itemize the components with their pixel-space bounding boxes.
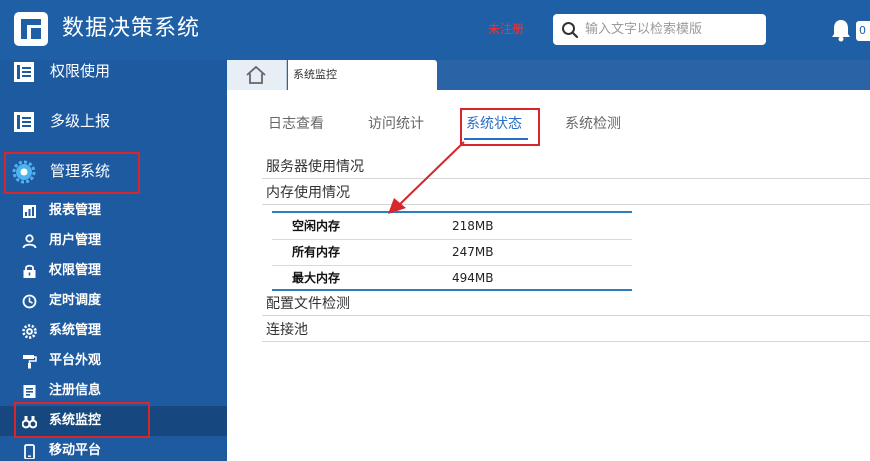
unregistered-label[interactable]: 未注册	[488, 21, 524, 37]
page-tab-system-monitor[interactable]: 系统监控	[288, 60, 437, 90]
gear-icon	[22, 324, 37, 339]
sidebar-subitem-permission-management[interactable]: 权限管理	[0, 256, 227, 286]
mobile-icon	[24, 444, 35, 459]
section-memory-usage[interactable]: 内存使用情况	[266, 184, 350, 202]
sidebar-subitem-report-management[interactable]: 报表管理	[0, 196, 227, 226]
clock-icon	[22, 294, 37, 309]
sidebar-subitem-system-management[interactable]: 系统管理	[0, 316, 227, 346]
section-config-check[interactable]: 配置文件检测	[266, 295, 350, 313]
sidebar-subitem-user-management[interactable]: 用户管理	[0, 226, 227, 256]
memory-key: 最大内存	[292, 271, 341, 285]
annotation-arrow	[388, 141, 465, 214]
sidebar-subitem-label: 权限管理	[49, 263, 102, 278]
section-divider	[262, 341, 870, 342]
table-row: 最大内存 494MB	[272, 265, 632, 291]
document-icon	[14, 112, 34, 132]
memory-key: 空闲内存	[292, 219, 341, 233]
sidebar-subitem-label: 注册信息	[49, 383, 102, 398]
tab-system-check[interactable]: 系统检测	[565, 114, 621, 134]
section-server-usage[interactable]: 服务器使用情况	[266, 158, 364, 176]
report-icon	[23, 205, 36, 218]
search-box[interactable]	[553, 14, 766, 45]
memory-value: 218MB	[452, 219, 494, 233]
lock-icon	[23, 264, 36, 278]
sidebar-subitem-label: 定时调度	[49, 293, 102, 308]
user-icon	[22, 234, 37, 249]
app-title: 数据决策系统	[62, 16, 201, 41]
sidebar-item-multilevel-report[interactable]: 多级上报	[0, 102, 227, 142]
tab-log-view[interactable]: 日志查看	[268, 114, 324, 134]
document-icon	[14, 62, 34, 82]
home-icon	[246, 65, 266, 84]
sidebar-item-label: 多级上报	[50, 112, 111, 130]
tab-access-stats[interactable]: 访问统计	[368, 114, 424, 134]
annotation-box-management	[4, 152, 140, 194]
annotation-box-system-status	[460, 108, 540, 146]
section-divider	[262, 204, 870, 205]
user-badge[interactable]: 0	[856, 21, 870, 41]
app-logo-icon[interactable]	[14, 12, 48, 46]
section-divider	[262, 178, 870, 179]
sidebar-subitem-label: 用户管理	[49, 233, 102, 248]
table-row: 所有内存 247MB	[272, 239, 632, 265]
sidebar-subitem-platform-appearance[interactable]: 平台外观	[0, 346, 227, 376]
home-tab[interactable]	[227, 60, 287, 90]
sidebar-subitem-schedule[interactable]: 定时调度	[0, 286, 227, 316]
sidebar-item-permission-usage[interactable]: 权限使用	[0, 60, 227, 92]
sidebar-subitem-label: 平台外观	[49, 353, 102, 368]
annotation-box-system-monitor	[14, 402, 150, 438]
section-connection-pool[interactable]: 连接池	[266, 321, 308, 339]
memory-table: 空闲内存 218MB 所有内存 247MB 最大内存 494MB	[272, 211, 632, 291]
page-tab-label: 系统监控	[293, 68, 337, 81]
sidebar-item-label: 权限使用	[50, 62, 111, 80]
sidebar: 权限使用 多级上报 管理系统 报表管理 用户管理 权限管理 定时调度 系统管理 …	[0, 60, 227, 461]
paint-roller-icon	[23, 355, 37, 369]
bell-icon[interactable]	[830, 18, 852, 42]
register-icon	[23, 385, 36, 398]
sidebar-subitem-mobile-platform[interactable]: 移动平台	[0, 436, 227, 461]
sidebar-subitem-label: 移动平台	[49, 443, 102, 458]
search-icon[interactable]	[561, 21, 579, 39]
memory-value: 247MB	[452, 245, 494, 259]
sidebar-subitem-label: 报表管理	[49, 203, 102, 218]
memory-key: 所有内存	[292, 245, 341, 259]
app-header: 数据决策系统 未注册 0	[0, 0, 870, 60]
section-divider	[262, 315, 870, 316]
sidebar-subitem-label: 系统管理	[49, 323, 102, 338]
memory-value: 494MB	[452, 271, 494, 285]
search-input[interactable]	[585, 18, 761, 41]
